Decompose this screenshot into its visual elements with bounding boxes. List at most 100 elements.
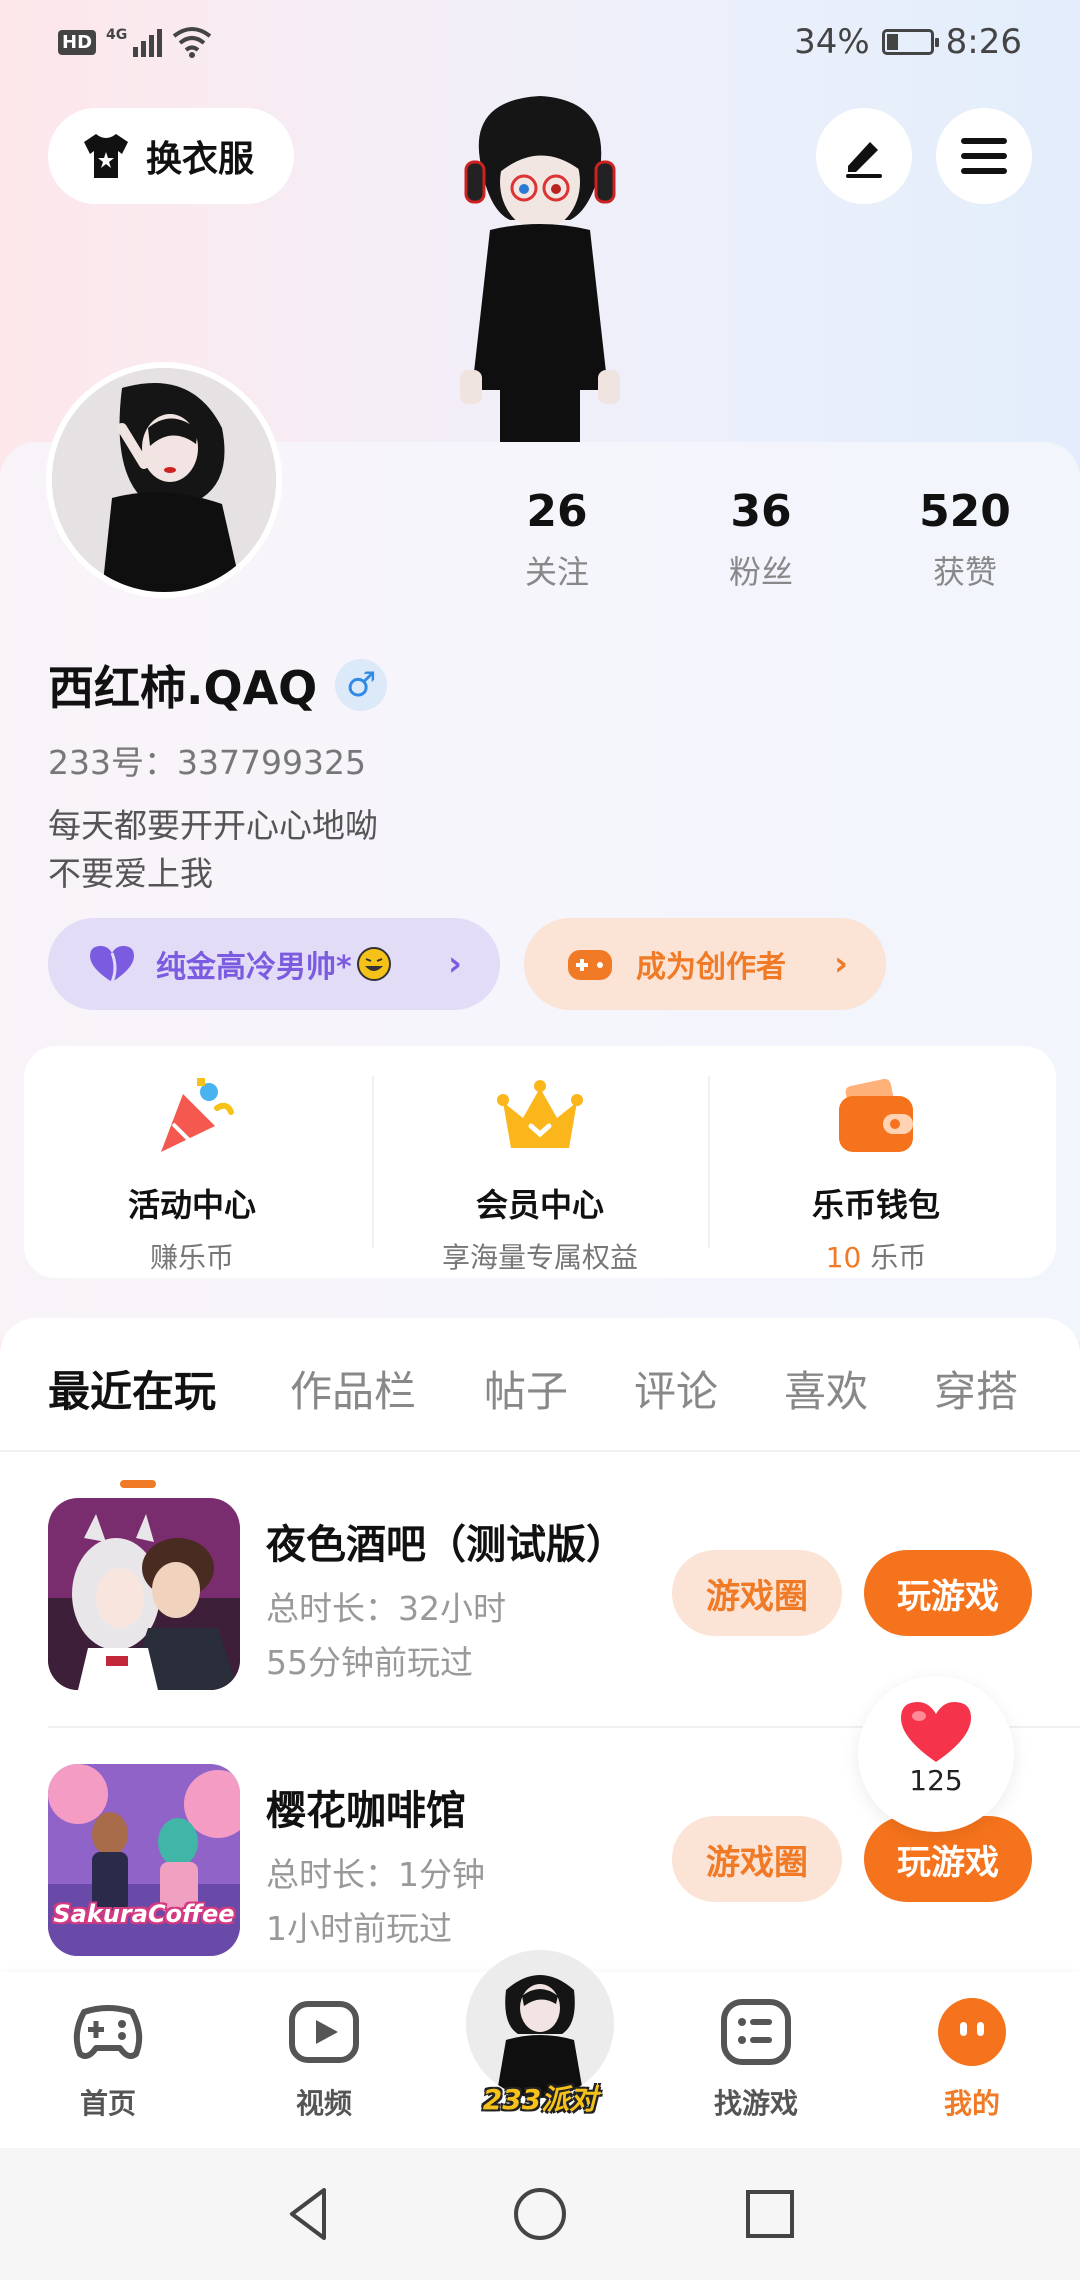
home-circle-icon[interactable] [508,2182,572,2246]
wifi-icon [173,27,212,58]
pencil-icon [846,142,882,178]
activity-center-title: 活动中心 [127,1186,256,1224]
likes-stat[interactable]: 520 获赞 [875,486,1055,593]
tab-outfits[interactable]: 穿搭 [934,1358,1018,1419]
back-icon[interactable] [278,2182,342,2246]
game-last-played: 55分钟前玩过 [266,1643,473,1682]
signal-icon: 4G [106,27,163,57]
game-last-played: 1小时前玩过 [266,1909,452,1948]
nav-mine-label: 我的 [943,2087,1000,2120]
nav-video[interactable]: 视频 [244,1972,404,2122]
profile-page: HD 4G 34% 8:26 换衣服 26 关注 36 粉丝 520 获赞 西红… [0,0,1080,2280]
tab-works[interactable]: 作品栏 [290,1358,416,1419]
member-center-sub: 享海量专属权益 [441,1241,638,1274]
member-center[interactable]: 会员中心 享海量专属权益 [372,1046,708,1278]
edit-profile-button[interactable] [816,108,912,204]
avatar-character[interactable] [440,90,640,445]
status-bar: HD 4G 34% 8:26 [0,0,1080,92]
vip-title-button[interactable]: 纯金高冷男帅* › [48,918,500,1010]
recents-icon[interactable] [738,2182,802,2246]
nav-find-games-label: 找游戏 [713,2087,798,2120]
profile-face-icon [938,1998,1006,2066]
game-name: 樱花咖啡馆 [266,1788,466,1834]
followers-count: 36 [730,486,792,537]
heart-icon [901,1702,971,1762]
tab-posts[interactable]: 帖子 [484,1358,568,1419]
chevron-right-icon: › [447,944,462,984]
bio: 每天都要开开心心地呦 不要爱上我 [48,802,378,898]
divider [0,1450,1080,1452]
party-label[interactable]: 233派对 [466,2078,614,2118]
hamburger-icon [961,138,1007,174]
services-card: 活动中心 赚乐币 会员中心 享海量专属权益 乐币钱包 10 乐币 [24,1046,1056,1278]
crown-icon [497,1080,583,1148]
gamepad-icon [568,950,612,980]
user-id: 233号：337799325 [48,743,366,782]
nav-home-label: 首页 [79,2087,136,2120]
followers-stat[interactable]: 36 粉丝 [671,486,851,593]
nav-find-games[interactable]: 找游戏 [676,1972,836,2122]
username: 西红柿.QAQ [48,661,318,715]
active-tab-indicator [120,1480,156,1488]
activity-center-sub: 赚乐币 [149,1241,234,1274]
profile-avatar[interactable] [46,362,282,598]
laughing-emoji-icon [356,947,391,981]
battery-icon [881,29,939,55]
tab-comments[interactable]: 评论 [634,1358,718,1419]
bio-line: 不要爱上我 [48,854,213,893]
party-popper-icon [161,1078,234,1152]
male-gender-icon: ♂ [335,659,388,711]
network-type: 4G [106,27,128,43]
following-count: 26 [526,486,588,537]
game-circle-button[interactable]: 游戏圈 [672,1550,842,1636]
wallet-icon [839,1078,913,1152]
menu-button[interactable] [936,108,1032,204]
likes-count: 520 [919,486,1011,537]
tab-likes[interactable]: 喜欢 [784,1358,868,1419]
nav-mine[interactable]: 我的 [892,1972,1052,2122]
heart-icon [90,946,134,983]
game-thumb-title: SakuraCoffee [53,1900,235,1928]
tab-recently-played[interactable]: 最近在玩 [48,1358,216,1419]
game-item[interactable]: 夜色酒吧（测试版） 总时长：32小时 55分钟前玩过 游戏圈 玩游戏 [48,1498,1032,1690]
coin-wallet-sub: 10 乐币 [708,1236,1044,1276]
profile-tabs: 最近在玩 作品栏 帖子 评论 喜欢 穿搭 [0,1358,1080,1488]
shirt-icon [84,134,128,178]
following-stat[interactable]: 26 关注 [467,486,647,593]
activity-center[interactable]: 活动中心 赚乐币 [24,1046,360,1278]
followers-label: 粉丝 [728,553,793,591]
game-name: 夜色酒吧（测试版） [266,1522,626,1568]
game-thumbnail[interactable]: SakuraCoffee [48,1764,240,1956]
coin-balance: 10 [825,1241,862,1274]
following-label: 关注 [524,553,589,591]
member-center-title: 会员中心 [475,1186,604,1224]
battery-percent: 34% [794,22,870,62]
clock: 8:26 [945,22,1022,62]
game-duration: 总时长：1分钟 [266,1855,485,1894]
like-count: 125 [909,1764,963,1797]
game-circle-button[interactable]: 游戏圈 [672,1816,842,1902]
game-duration: 总时长：32小时 [266,1589,506,1628]
gamepad-icon [73,2005,143,2059]
change-outfit-label: 换衣服 [146,139,255,180]
system-nav-bar [0,2148,1080,2280]
game-thumbnail[interactable] [48,1498,240,1690]
become-creator-label: 成为创作者 [636,950,786,985]
nav-video-label: 视频 [295,2087,352,2120]
like-button[interactable]: 125 [858,1676,1014,1832]
list-icon [721,1999,791,2065]
chevron-right-icon: › [833,944,848,984]
likes-label: 获赞 [932,553,997,591]
vip-title-label: 纯金高冷男帅* [156,950,352,985]
party-avatar[interactable] [466,1950,614,2098]
coin-wallet[interactable]: 乐币钱包 10 乐币 [708,1046,1044,1278]
coin-wallet-title: 乐币钱包 [811,1186,940,1224]
play-video-icon [289,2001,359,2063]
coin-unit: 乐币 [861,1241,927,1274]
hd-indicator: HD [58,29,97,55]
bio-line: 每天都要开开心心地呦 [48,806,378,845]
play-game-button[interactable]: 玩游戏 [864,1550,1032,1636]
become-creator-button[interactable]: 成为创作者 › [524,918,886,1010]
nav-home[interactable]: 首页 [28,1972,188,2122]
change-outfit-button[interactable]: 换衣服 [48,108,294,204]
